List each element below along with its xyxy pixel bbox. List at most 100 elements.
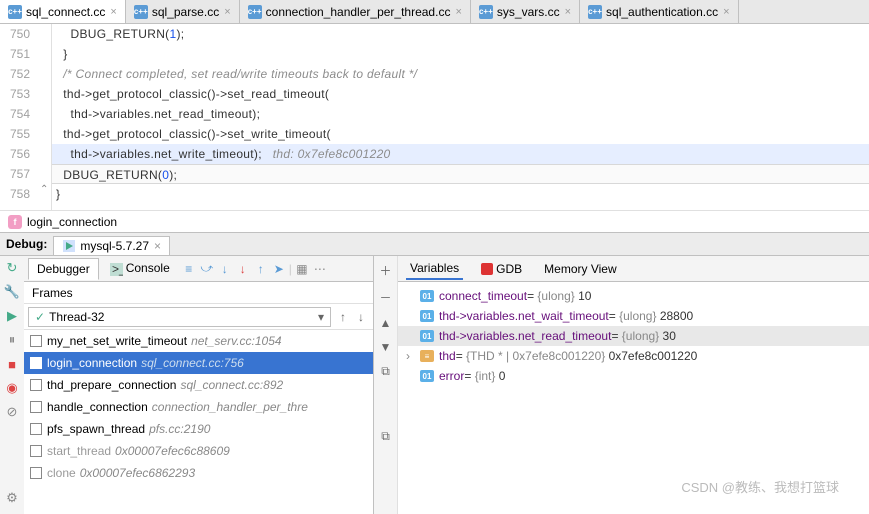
pause-button[interactable]: ⏸ [4, 332, 20, 348]
variable-row[interactable]: 01thd->variables.net_wait_timeout = {ulo… [398, 306, 869, 326]
code-line[interactable]: thd->get_protocol_classic()->set_read_ti… [52, 84, 869, 104]
var-value: = {ulong} 10 [527, 289, 591, 303]
frame-icon [30, 467, 42, 479]
stack-frame[interactable]: my_net_set_write_timeout net_serv.cc:105… [24, 330, 373, 352]
frame-location: pfs.cc:2190 [149, 422, 210, 436]
next-frame-button[interactable]: ↓ [353, 309, 369, 325]
down-button[interactable]: ▼ [380, 340, 392, 354]
step-over-button[interactable]: ⤻ [199, 261, 215, 277]
code-line[interactable]: thd->variables.net_read_timeout); [52, 104, 869, 124]
file-tab[interactable]: c++connection_handler_per_thread.cc× [240, 0, 471, 23]
copy-button[interactable]: ⧉ [381, 364, 390, 379]
frame-function: handle_connection [47, 400, 148, 414]
var-value: = {int} 0 [464, 369, 505, 383]
stack-frame[interactable]: handle_connection connection_handler_per… [24, 396, 373, 418]
value-icon: 01 [420, 290, 434, 302]
file-tab[interactable]: c++sql_connect.cc× [0, 0, 126, 23]
code-line[interactable]: DBUG_RETURN(1); [52, 24, 869, 44]
step-into-button[interactable]: ↓ [217, 261, 233, 277]
code-line[interactable]: thd->variables.net_write_timeout); thd: … [52, 144, 869, 164]
frames-header: Frames [24, 282, 373, 304]
variable-row[interactable]: 01error = {int} 0 [398, 366, 869, 386]
file-tab[interactable]: c++sql_parse.cc× [126, 0, 240, 23]
line-gutter: 750751752753754755756757758 [0, 24, 38, 210]
close-icon[interactable]: × [565, 6, 571, 18]
stack-frame[interactable]: login_connection sql_connect.cc:756 [24, 352, 373, 374]
cpp-file-icon: c++ [248, 5, 262, 19]
variable-row[interactable]: 01thd->variables.net_read_timeout = {ulo… [398, 326, 869, 346]
modify-button[interactable]: 🔧 [4, 284, 20, 300]
variables-toolbar: ＋ － ▲ ▼ ⧉ ⧉ [374, 256, 398, 514]
var-value: = {ulong} 28800 [609, 309, 693, 323]
up-button[interactable]: ▲ [380, 316, 392, 330]
frame-location: 0x00007efec6862293 [80, 466, 195, 480]
code-line[interactable]: /* Connect completed, set read/write tim… [52, 64, 869, 84]
code-line[interactable]: thd->get_protocol_classic()->set_write_t… [52, 124, 869, 144]
debug-session-tab[interactable]: mysql-5.7.27 × [53, 236, 170, 255]
frame-location: 0x00007efec6c88609 [115, 444, 230, 458]
frame-icon [30, 401, 42, 413]
gdb-tab[interactable]: GDB [477, 259, 526, 279]
svg-text:>_: >_ [112, 263, 123, 276]
variable-row[interactable]: 01 connect_timeout = {ulong} 10 [398, 286, 869, 306]
stack-frame[interactable]: clone 0x00007efec6862293 [24, 462, 373, 484]
force-step-into-button[interactable]: ↓ [235, 261, 251, 277]
variables-tab[interactable]: Variables [406, 258, 463, 280]
code-line[interactable]: } [52, 44, 869, 64]
evaluate-button[interactable]: ▦ [294, 261, 310, 277]
more-button[interactable]: ⋯ [312, 261, 328, 277]
breadcrumb[interactable]: f login_connection [0, 210, 869, 232]
tab-label: sql_parse.cc [152, 5, 219, 19]
frame-icon [30, 379, 42, 391]
prev-frame-button[interactable]: ↑ [335, 309, 351, 325]
close-icon[interactable]: × [110, 6, 116, 18]
mute-breakpoints-button[interactable]: ⊘ [4, 404, 20, 420]
expand-icon[interactable]: › [406, 349, 418, 363]
var-name: error [439, 369, 464, 383]
run-to-cursor-button[interactable]: ➤ [271, 261, 287, 277]
link-icon[interactable]: ⧉ [381, 429, 390, 444]
view-breakpoints-button[interactable]: ◉ [4, 380, 20, 396]
close-icon[interactable]: × [723, 6, 729, 18]
stack-frame[interactable]: thd_prepare_connection sql_connect.cc:89… [24, 374, 373, 396]
variable-row[interactable]: ›≡thd = {THD * | 0x7efe8c001220} 0x7efe8… [398, 346, 869, 366]
check-icon: ✓ [35, 310, 45, 324]
thread-select[interactable]: ✓Thread-32 ▾ [28, 307, 331, 327]
memory-view-tab[interactable]: Memory View [540, 259, 620, 279]
file-tab[interactable]: c++sys_vars.cc× [471, 0, 580, 23]
variables-pane: Variables GDB Memory View 01 connect_time… [398, 256, 869, 514]
debug-panel: ↻ 🔧 ▶ ⏸ ■ ◉ ⊘ ⚙ Debugger >_Console ≡ ⤻ ↓… [0, 256, 869, 514]
code-area[interactable]: DBUG_RETURN(1); } /* Connect completed, … [52, 24, 869, 210]
frame-location: connection_handler_per_thre [152, 400, 308, 414]
gdb-icon [481, 263, 493, 275]
rerun-button[interactable]: ↻ [4, 260, 20, 276]
file-tab[interactable]: c++sql_authentication.cc× [580, 0, 739, 23]
editor-tabs: c++sql_connect.cc×c++sql_parse.cc×c++con… [0, 0, 869, 24]
close-icon[interactable]: × [224, 6, 230, 18]
debugger-tab[interactable]: Debugger [28, 258, 99, 280]
frames-column: Debugger >_Console ≡ ⤻ ↓ ↓ ↑ ➤ | ▦ ⋯ Fra… [24, 256, 374, 514]
variables-list[interactable]: 01 connect_timeout = {ulong} 10 01thd->var… [398, 282, 869, 390]
settings-button[interactable]: ⚙ [4, 490, 20, 506]
var-name: thd [439, 349, 456, 363]
code-editor[interactable]: 750751752753754755756757758 ⌃ DBUG_RETUR… [0, 24, 869, 210]
frames-list[interactable]: my_net_set_write_timeout net_serv.cc:105… [24, 330, 373, 514]
remove-watch-button[interactable]: － [379, 289, 391, 306]
add-watch-button[interactable]: ＋ [379, 262, 391, 279]
var-name: connect_timeout [439, 289, 527, 303]
tab-label: sys_vars.cc [497, 5, 560, 19]
threads-icon[interactable]: ≡ [181, 261, 197, 277]
stack-frame[interactable]: start_thread 0x00007efec6c88609 [24, 440, 373, 462]
frame-function: start_thread [47, 444, 111, 458]
fold-mark-icon: ⌃ [40, 184, 48, 195]
resume-button[interactable]: ▶ [4, 308, 20, 324]
close-icon[interactable]: × [455, 6, 461, 18]
code-line[interactable]: DBUG_RETURN(0); [52, 164, 869, 184]
value-icon: 01 [420, 330, 434, 342]
code-line[interactable]: } [52, 184, 869, 204]
stop-button[interactable]: ■ [4, 356, 20, 372]
step-out-button[interactable]: ↑ [253, 261, 269, 277]
stack-frame[interactable]: pfs_spawn_thread pfs.cc:2190 [24, 418, 373, 440]
console-tab[interactable]: >_Console [101, 257, 179, 279]
close-icon[interactable]: × [154, 239, 161, 253]
